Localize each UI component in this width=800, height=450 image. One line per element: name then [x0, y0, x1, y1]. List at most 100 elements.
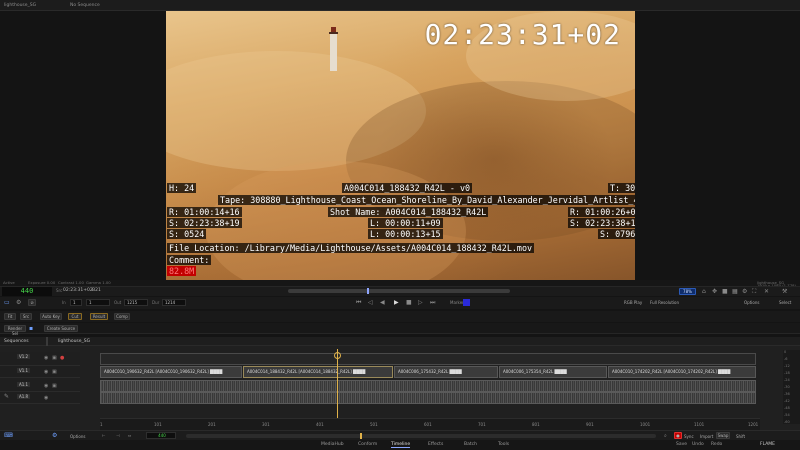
- render-sel-button[interactable]: Render Sel: [4, 325, 26, 336]
- tab-effects[interactable]: Effects: [428, 442, 443, 447]
- lock-icon[interactable]: ▣: [52, 383, 57, 389]
- timeline-scroll[interactable]: [186, 434, 656, 438]
- lock-icon[interactable]: ▣: [52, 369, 57, 375]
- color-swatch-icon[interactable]: ■: [722, 289, 728, 295]
- track-header-a1-1[interactable]: A1.1 ◉ ▣: [0, 380, 80, 392]
- close-icon[interactable]: ✕: [764, 289, 769, 295]
- eye-icon[interactable]: ◉: [44, 369, 48, 375]
- play-icon[interactable]: ▶: [394, 300, 399, 306]
- gear-small-icon[interactable]: ⚙: [16, 300, 21, 306]
- wrench-icon[interactable]: ⚒: [782, 289, 787, 295]
- track-header-a1-r[interactable]: ✎ A1.R ◉: [0, 392, 80, 404]
- speaker-icon[interactable]: ◉: [44, 383, 48, 389]
- frame-readout[interactable]: 440: [146, 432, 176, 439]
- edit-tools-bar: Fit Src Auto Key Cut Result Comp: [0, 311, 800, 322]
- track-v1-2-lane[interactable]: [100, 353, 756, 365]
- lock-icon[interactable]: ▣: [52, 355, 57, 361]
- tab-sequences[interactable]: Sequences: [4, 339, 29, 344]
- tab-no-sequence[interactable]: No Sequence: [70, 3, 100, 8]
- video-clip[interactable]: A004C010_174202_R42L [A004C010_174202_R4…: [608, 366, 756, 378]
- marker-color-swatch[interactable]: [463, 299, 470, 306]
- settings-icon[interactable]: ⚙: [742, 289, 747, 295]
- eye-icon[interactable]: ◉: [44, 355, 48, 361]
- tab-timeline[interactable]: Timeline: [391, 442, 411, 448]
- tab-lighthouse[interactable]: lighthouse_SG: [4, 3, 36, 8]
- record-icon[interactable]: ●: [60, 355, 64, 361]
- full-resolution-label[interactable]: Full Resolution: [650, 300, 679, 305]
- track-header-v1-1[interactable]: V1.1 ◉ ▣: [0, 366, 80, 378]
- video-clip[interactable]: A004C006_175432_R42L ████: [394, 366, 498, 378]
- tab-divider: [46, 337, 48, 346]
- speaker-icon[interactable]: ◉: [44, 395, 48, 401]
- tab-sequence-lighthouse[interactable]: lighthouse_SG: [58, 339, 90, 344]
- player-viewer[interactable]: 02:23:31+02 H: 24 A004C014_188432_R42L -…: [166, 11, 635, 280]
- current-frame-display[interactable]: 440: [2, 287, 52, 296]
- result-button[interactable]: Result: [90, 313, 108, 320]
- playhead[interactable]: [337, 349, 338, 424]
- zoom-level[interactable]: 78%: [679, 288, 696, 295]
- in-field[interactable]: 1: [70, 299, 82, 306]
- step-back-icon[interactable]: ◁: [368, 300, 373, 306]
- zoom-icon[interactable]: ⌕: [664, 433, 667, 439]
- video-clip[interactable]: A004C010_190632_R42L [A004C010_190632_R4…: [100, 366, 242, 378]
- save-button[interactable]: Save: [676, 442, 687, 447]
- timeline-ruler[interactable]: 1 101 201 301 401 501 601 701 801 901 10…: [100, 418, 760, 430]
- video-clip[interactable]: A004C014_188432_R42L [A004C014_188432_R4…: [243, 366, 393, 378]
- cut-button[interactable]: Cut: [68, 313, 82, 320]
- lighthouse-image: [329, 27, 338, 71]
- rgb-play-label[interactable]: RGB Play: [624, 300, 642, 305]
- options-menu[interactable]: Options: [744, 300, 759, 305]
- transport-bar: 78% ⌂ ✥ ■ ▦ ⚙ ⛶ ✕ ⚒: [0, 286, 800, 296]
- tab-batch[interactable]: Batch: [464, 442, 477, 447]
- burn-s-right: S: 0796: [598, 229, 635, 239]
- unlink-button[interactable]: ⊘: [28, 299, 36, 306]
- track-header-v1-2[interactable]: V1.2 ◉ ▣ ●: [0, 352, 80, 366]
- create-source-button[interactable]: Create Source: [44, 325, 78, 332]
- options-button[interactable]: Options: [70, 434, 85, 439]
- gear-icon[interactable]: ⚙: [52, 433, 57, 439]
- duration-field[interactable]: 1214: [162, 299, 186, 306]
- tab-mediahub[interactable]: MediaHub: [321, 442, 344, 447]
- record-toggle[interactable]: ●: [674, 432, 682, 439]
- scrub-handle[interactable]: [367, 288, 369, 294]
- tab-conform[interactable]: Conform: [358, 442, 377, 447]
- swap-button[interactable]: Swap: [716, 432, 730, 439]
- goto-end-icon[interactable]: ⏭: [430, 300, 435, 306]
- monitor-icon[interactable]: ▭: [4, 300, 10, 306]
- shift-button[interactable]: Shift: [736, 434, 745, 439]
- slip-tool-icon[interactable]: ⊣: [116, 433, 119, 439]
- select-menu[interactable]: Select: [779, 300, 791, 305]
- keyboard-icon[interactable]: ⌨: [4, 433, 13, 439]
- grid-icon[interactable]: ▦: [732, 289, 738, 295]
- goto-start-icon[interactable]: ⏮: [356, 300, 361, 306]
- src-button[interactable]: Src: [20, 313, 32, 320]
- playhead-handle[interactable]: [334, 352, 341, 359]
- step-forward-icon[interactable]: ▷: [418, 300, 423, 306]
- stop-icon[interactable]: ■: [406, 300, 412, 306]
- sync-button[interactable]: Sync: [684, 434, 694, 439]
- in-point-field[interactable]: 1: [86, 299, 110, 306]
- redo-button[interactable]: Redo: [711, 442, 722, 447]
- ripple-tool-icon[interactable]: ⇔: [128, 433, 131, 439]
- pencil-icon[interactable]: ✎: [4, 394, 9, 400]
- left-panel: [0, 11, 166, 280]
- pan-icon[interactable]: ✥: [712, 289, 717, 295]
- comp-button[interactable]: Comp: [114, 313, 130, 320]
- render-indicator-icon: ▪: [29, 325, 34, 332]
- home-icon[interactable]: ⌂: [702, 289, 706, 295]
- track-name: V1.2: [17, 354, 31, 359]
- import-button[interactable]: Import: [700, 434, 713, 439]
- video-clip[interactable]: A004C006_175354_R42L ████: [499, 366, 607, 378]
- scrub-bar[interactable]: [288, 289, 510, 293]
- out-field[interactable]: 1215: [124, 299, 148, 306]
- fullscreen-icon[interactable]: ⛶: [752, 289, 756, 295]
- audio-clip-a1-r[interactable]: [100, 392, 756, 404]
- track-tool-icon[interactable]: ⊢: [102, 433, 105, 439]
- audio-clip-a1-1[interactable]: [100, 380, 756, 392]
- fit-button[interactable]: Fit: [4, 313, 16, 320]
- dur-label: Dur: [152, 300, 160, 305]
- auto-key-button[interactable]: Auto Key: [40, 313, 62, 320]
- undo-button[interactable]: Undo: [692, 442, 704, 447]
- play-reverse-icon[interactable]: ◀: [380, 300, 385, 306]
- tab-tools[interactable]: Tools: [498, 442, 509, 447]
